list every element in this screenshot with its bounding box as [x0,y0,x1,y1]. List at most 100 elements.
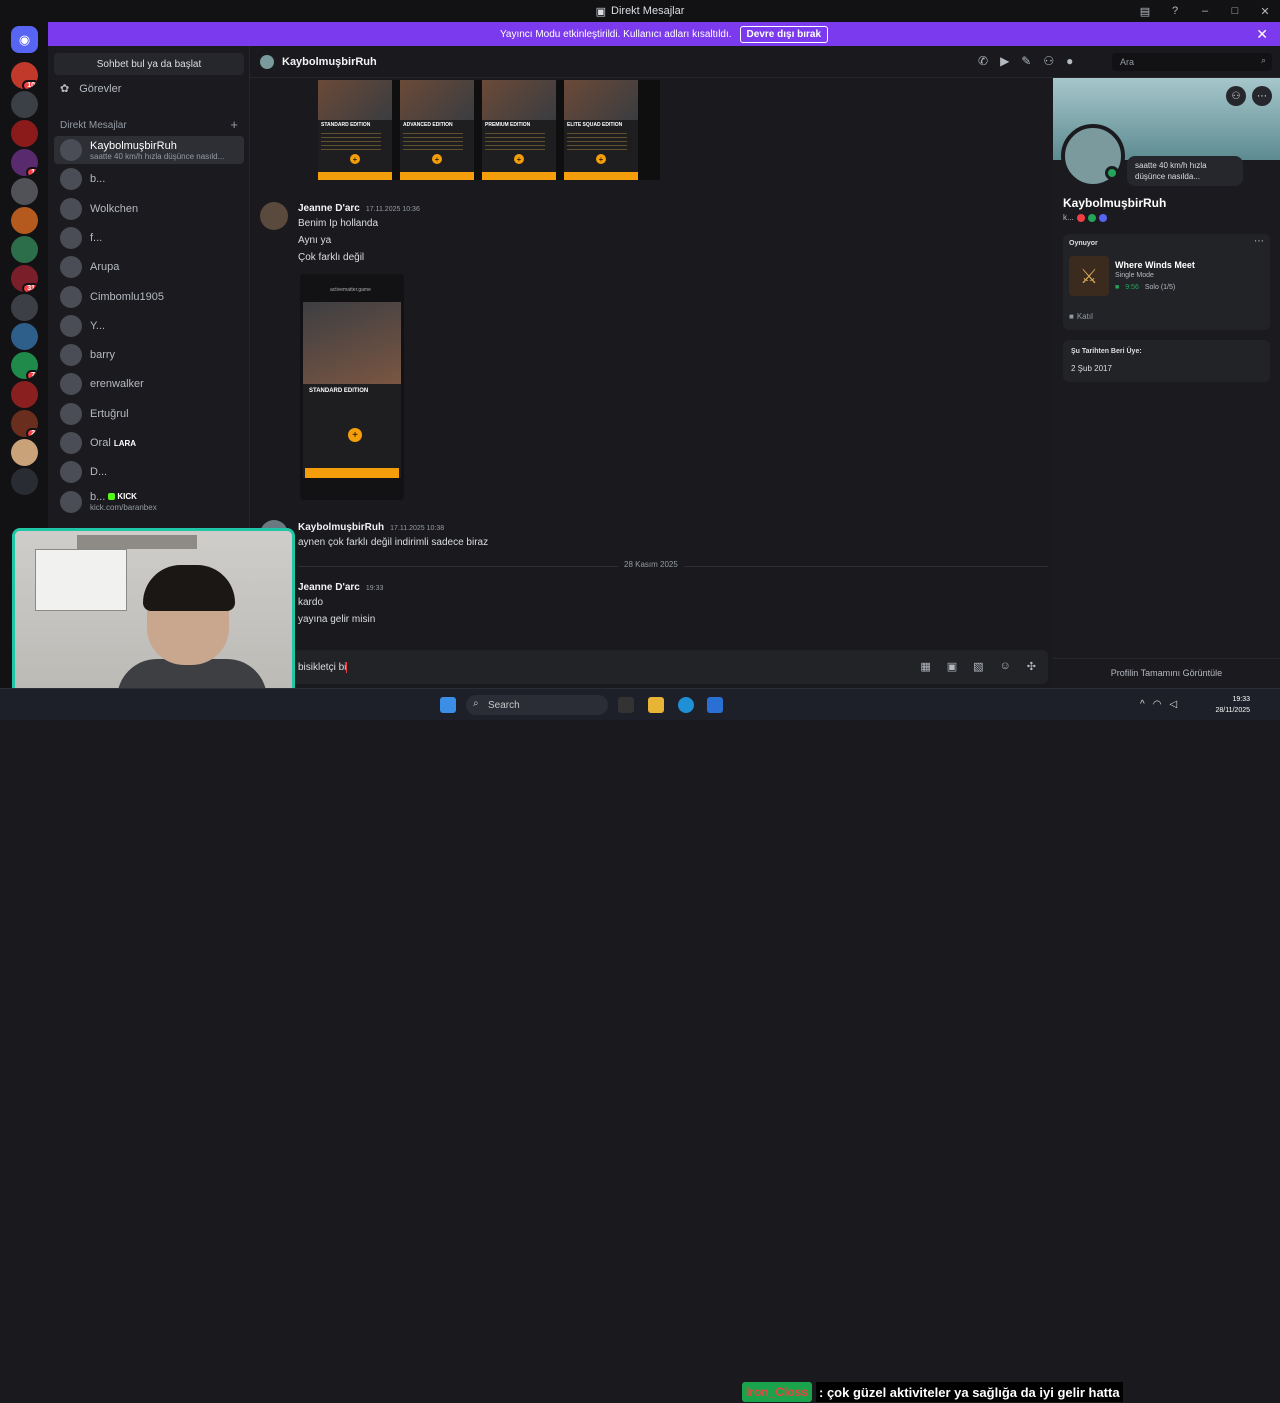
voice-call-icon[interactable]: ✆ [978,54,988,68]
file-explorer-icon[interactable] [648,697,664,713]
emoji-icon[interactable]: ☺ [1000,660,1011,673]
dm-item[interactable]: f... [54,224,244,252]
server-icon[interactable] [11,381,38,408]
kick-badge: KICK [108,492,137,502]
custom-status: saatte 40 km/h hızla düşünce nasılda... [1127,156,1243,186]
dm-item[interactable]: KaybolmuşbirRuh saatte 40 km/h hızla düşü… [54,136,244,164]
disable-streamer-mode-button[interactable]: Devre dışı bırak [739,25,829,43]
server-icon[interactable] [11,120,38,147]
apps-icon[interactable]: ✣ [1027,660,1036,673]
avatar [60,402,82,425]
server-icon[interactable] [11,178,38,205]
store-icon[interactable] [707,697,723,713]
dm-item[interactable]: Cimbomlu1905 [54,283,244,311]
find-conversation-button[interactable]: Sohbet bul ya da başlat [54,53,244,75]
close-icon[interactable]: ✕ [1256,26,1268,43]
user-profile-panel: ⚇ ⋯ saatte 40 km/h hızla düşünce nasılda… [1053,78,1280,720]
video-call-icon[interactable]: ▶ [1000,54,1009,68]
dm-item[interactable]: barry [54,341,244,369]
dm-item[interactable]: Arupa [54,253,244,281]
message-author[interactable]: Jeanne D'arc 17.11.2025 10:36 [298,203,420,214]
dm-item[interactable]: b... KICK kick.com/baranbex [54,488,244,516]
dm-item[interactable]: b... [54,165,244,193]
avatar [60,490,82,513]
edition-card: PREMIUM EDITION + [482,80,556,180]
system-tray[interactable]: ^ ◠ ◁ [1140,699,1177,710]
maximize-button[interactable]: □ [1220,0,1250,22]
chat-header: KaybolmuşbirRuh ✆ ▶ ✎ ⚇ ● Ara ⌕ [250,46,1280,78]
chat-area: KaybolmuşbirRuh ✆ ▶ ✎ ⚇ ● Ara ⌕ STANDARD… [250,46,1280,720]
controller-icon: ■ [1115,284,1120,291]
server-icon[interactable]: 10 [11,62,38,89]
inbox-icon[interactable]: ▤ [1130,0,1160,22]
create-dm-icon[interactable]: + [230,117,238,132]
edition-card: ELITE SQUAD EDITION + [564,80,638,180]
message-input[interactable]: bisikletçi bi ▦ ▣ ▧ ☺ ✣ [290,650,1048,684]
server-icon[interactable] [11,236,38,263]
tasks-item[interactable]: ✿ Görevler [60,82,121,96]
server-icon[interactable] [11,323,38,350]
join-button[interactable]: ■ Katıl [1069,308,1109,324]
more-options-icon[interactable]: ⋯ [1252,86,1272,106]
dm-item[interactable]: Oral LARA [54,429,244,457]
search-input[interactable]: Ara ⌕ [1112,53,1272,71]
server-icon[interactable] [11,294,38,321]
pin-icon[interactable]: ✎ [1021,54,1031,68]
help-icon[interactable]: ? [1160,0,1190,22]
dm-name: b... KICK [90,491,137,504]
server-icon[interactable] [11,439,38,466]
dm-name: barry [90,349,116,362]
edition-card: STANDARD EDITION + [318,80,392,180]
dm-item[interactable]: Y... [54,312,244,340]
game-icon: ⚔ [1069,256,1109,296]
clock[interactable]: 19:33 28/11/2025 [1215,694,1250,716]
game-editions-image[interactable]: STANDARD EDITION + ADVANCED EDITION + PREM… [318,80,660,180]
badge-icon[interactable] [1098,213,1107,222]
task-view-icon[interactable] [618,697,634,713]
server-icon[interactable] [11,207,38,234]
badge-icon[interactable] [1076,213,1085,222]
dm-name: Ertuğrul [90,407,129,420]
gift-icon[interactable]: ▦ [920,660,930,673]
message-text: Benim Ip hollanda [298,218,379,229]
badge-icon[interactable] [1087,213,1096,222]
user-profile-icon[interactable]: ● [1066,54,1073,68]
add-friends-icon[interactable]: ⚇ [1043,54,1054,68]
taskbar-search[interactable]: ⌕ Search [466,695,608,715]
server-icon[interactable]: 31 [11,265,38,292]
server-icon[interactable]: 2 [11,410,38,437]
banner-text: Yayıncı Modu etkinleştirildi. Kullanıcı … [499,28,732,40]
server-icon[interactable]: 1 [11,149,38,176]
discord-home-icon[interactable]: ◉ [11,26,38,53]
wifi-icon[interactable]: ◠ [1153,699,1162,710]
dm-item[interactable]: Wolkchen [54,195,244,223]
chevron-up-icon[interactable]: ^ [1140,699,1145,710]
server-icon[interactable] [11,468,38,495]
more-icon[interactable]: ⋯ [1254,236,1264,247]
message-author[interactable]: KaybolmuşbirRuh 17.11.2025 10:38 [298,522,444,533]
view-full-profile-button[interactable]: Profilin Tamamını Görüntüle [1053,658,1280,686]
phone-screenshot-image[interactable]: activematter.game STANDARD EDITION + [300,274,404,500]
edge-icon[interactable] [678,697,694,713]
dm-header: Direkt Mesajlar + [60,117,238,132]
avatar[interactable] [260,202,288,230]
close-window-button[interactable]: ✕ [1250,0,1280,22]
minimize-button[interactable]: – [1190,0,1220,22]
volume-icon[interactable]: ◁ [1169,699,1177,710]
gif-icon[interactable]: ▣ [947,660,957,673]
recipient-name: KaybolmuşbirRuh [282,55,377,68]
add-friend-icon[interactable]: ⚇ [1226,86,1246,106]
server-icon[interactable]: 7 [11,352,38,379]
controller-icon: ■ [1069,311,1074,321]
dm-item[interactable]: D... [54,458,244,486]
dm-item[interactable]: erenwalker [54,370,244,398]
online-status-icon [1105,166,1119,180]
streamer-mode-banner: Yayıncı Modu etkinleştirildi. Kullanıcı … [48,22,1280,46]
message-author[interactable]: Jeanne D'arc 19:33 [298,582,383,593]
sticker-icon[interactable]: ▧ [973,660,983,673]
start-icon[interactable] [440,697,456,713]
avatar [60,139,82,161]
message-text: yayına gelir misin [298,614,376,625]
dm-item[interactable]: Ertuğrul [54,400,244,428]
server-icon[interactable] [11,91,38,118]
